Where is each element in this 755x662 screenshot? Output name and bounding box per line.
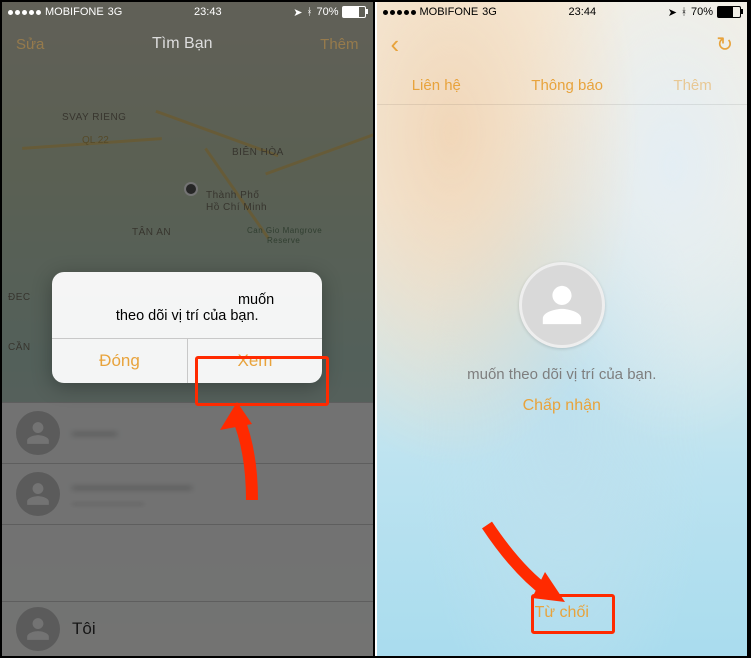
status-bar: MOBIFONE 3G 23:43 ➤ ᚼ 70% bbox=[2, 2, 373, 22]
status-battery-pct: 70% bbox=[691, 6, 713, 18]
back-button[interactable]: ‹ bbox=[391, 31, 400, 57]
status-carrier: MOBIFONE bbox=[45, 6, 104, 18]
nav-title: Tìm Bạn bbox=[44, 35, 320, 53]
alert-view-button[interactable]: Xem bbox=[187, 339, 323, 383]
request-text: muốn theo dõi vị trí của bạn. bbox=[467, 364, 656, 385]
alert-close-button[interactable]: Đóng bbox=[52, 339, 187, 383]
nav-edit-button[interactable]: Sửa bbox=[16, 36, 44, 53]
tab-contacts[interactable]: Liên hệ bbox=[412, 77, 461, 94]
tab-more[interactable]: Thêm bbox=[673, 77, 711, 94]
status-time: 23:43 bbox=[194, 6, 222, 18]
location-icon: ➤ bbox=[668, 6, 677, 19]
phone-left: Svay Rieng QL 22 Biên Hòa Thành Phố Hồ C… bbox=[2, 2, 375, 656]
annotation-arrow bbox=[202, 400, 282, 510]
status-bar: MOBIFONE 3G 23:44 ➤ ᚼ 70% bbox=[377, 2, 748, 22]
location-icon: ➤ bbox=[293, 6, 302, 19]
nav-bar: ‹ ↻ bbox=[377, 22, 748, 66]
battery-icon bbox=[342, 6, 366, 18]
status-battery-pct: 70% bbox=[316, 6, 338, 18]
battery-icon bbox=[717, 6, 741, 18]
accept-button[interactable]: Chấp nhận bbox=[523, 397, 601, 415]
bluetooth-icon: ᚼ bbox=[306, 7, 312, 18]
location-request-alert: muốn theo dõi vị trí của bạn. Đóng Xem bbox=[52, 272, 322, 383]
nav-bar: Sửa Tìm Bạn Thêm bbox=[2, 22, 373, 66]
nav-add-button[interactable]: Thêm bbox=[320, 36, 358, 53]
alert-message: muốn theo dõi vị trí của bạn. bbox=[52, 272, 322, 338]
bluetooth-icon: ᚼ bbox=[681, 7, 687, 18]
tab-notifications[interactable]: Thông báo bbox=[531, 77, 603, 94]
avatar bbox=[519, 262, 605, 348]
tab-bar: Liên hệ Thông báo Thêm bbox=[377, 66, 748, 105]
status-carrier: MOBIFONE bbox=[420, 6, 479, 18]
status-time: 23:44 bbox=[569, 6, 597, 18]
status-network: 3G bbox=[108, 6, 123, 18]
annotation-arrow bbox=[477, 520, 577, 610]
phone-right: MOBIFONE 3G 23:44 ➤ ᚼ 70% ‹ ↻ Liên hệ Th… bbox=[377, 2, 750, 656]
request-card: muốn theo dõi vị trí của bạn. Chấp nhận bbox=[377, 262, 748, 415]
status-network: 3G bbox=[482, 6, 497, 18]
reload-button[interactable]: ↻ bbox=[716, 32, 733, 57]
